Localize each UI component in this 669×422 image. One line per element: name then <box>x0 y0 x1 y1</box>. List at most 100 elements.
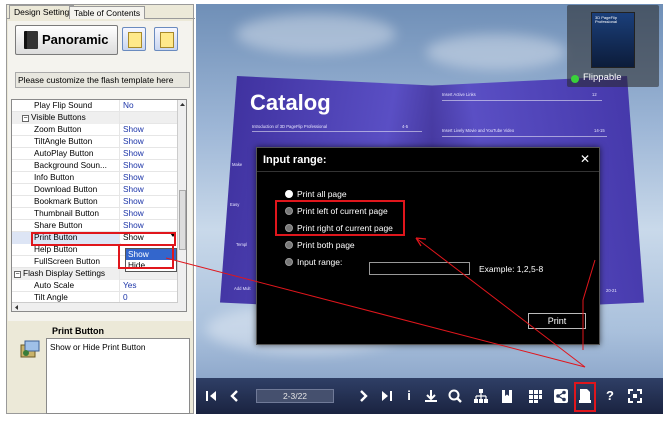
option-print-all[interactable]: Print all page <box>297 189 347 199</box>
radio-print-both[interactable] <box>285 241 293 249</box>
property-row[interactable]: Play Flip Sound No <box>12 100 178 112</box>
property-name: FullScreen Button <box>12 256 120 268</box>
property-label: Print Button <box>34 232 78 242</box>
property-name: − Flash Display Settings <box>12 268 120 280</box>
property-row[interactable]: AutoPlay Button Show <box>12 148 178 160</box>
dialog-title: Input range: <box>263 154 327 166</box>
property-name: Background Soun... <box>12 160 120 172</box>
property-value[interactable]: Show <box>121 124 178 136</box>
tab-table-of-contents[interactable]: Table of Contents <box>69 6 146 19</box>
property-info-icon <box>20 340 40 358</box>
option-print-right[interactable]: Print right of current page <box>297 223 393 233</box>
prev-page-icon[interactable] <box>226 387 244 405</box>
radio-input-range[interactable] <box>285 258 293 266</box>
print-icon[interactable] <box>576 387 594 405</box>
option-print-left[interactable]: Print left of current page <box>297 206 388 216</box>
first-page-icon[interactable] <box>202 387 220 405</box>
scrollbar-thumb[interactable] <box>179 190 186 250</box>
property-row[interactable]: Thumbnail Button Show <box>12 208 178 220</box>
property-section[interactable]: − Visible Buttons <box>12 112 178 124</box>
next-page-icon[interactable] <box>354 387 372 405</box>
scroll-left-icon[interactable] <box>12 303 21 312</box>
property-label: Play Flip Sound <box>34 100 93 110</box>
radio-print-right[interactable] <box>285 224 293 232</box>
catalog-title: Catalog <box>250 90 331 115</box>
download-icon[interactable] <box>422 387 440 405</box>
dropdown-option-hide[interactable]: Hide <box>126 260 176 271</box>
print-button-dropdown[interactable]: Show Hide <box>125 248 177 272</box>
property-label: Background Soun... <box>34 160 107 170</box>
dropdown-arrow-icon[interactable] <box>170 233 176 237</box>
info-icon[interactable]: i <box>400 387 418 405</box>
collapse-icon[interactable]: − <box>14 271 21 278</box>
toc-left-item: Easy <box>230 202 240 207</box>
property-row[interactable]: Background Soun... Show <box>12 160 178 172</box>
property-name: Auto Scale <box>12 280 120 292</box>
property-name: Bookmark Button <box>12 196 120 208</box>
property-value[interactable]: No <box>121 100 178 112</box>
property-value[interactable]: Show <box>121 148 178 160</box>
property-row[interactable]: Share Button Show <box>12 220 178 232</box>
close-icon[interactable]: ✕ <box>580 152 590 166</box>
property-value[interactable]: Show <box>121 160 178 172</box>
page-indicator[interactable]: 2-3/22 <box>256 389 334 403</box>
last-page-icon[interactable] <box>378 387 396 405</box>
property-value[interactable]: Show <box>121 136 178 148</box>
sitemap-icon[interactable] <box>472 387 490 405</box>
edit-template-icon[interactable] <box>122 27 146 51</box>
share-icon[interactable] <box>552 387 570 405</box>
radio-print-left[interactable] <box>285 207 293 215</box>
property-grid[interactable]: Play Flip Sound No − Visible Buttons Zoom Bu… <box>11 99 187 312</box>
collapse-icon[interactable]: − <box>22 115 29 122</box>
property-row[interactable]: Auto Scale Yes <box>12 280 178 292</box>
property-row[interactable]: Info Button Show <box>12 172 178 184</box>
property-label: Bookmark Button <box>34 196 98 206</box>
property-row[interactable]: Print Button Show <box>12 232 178 244</box>
tab-design-setting[interactable]: Design Setting <box>9 5 75 19</box>
horizontal-scrollbar[interactable] <box>12 302 178 311</box>
print-button[interactable]: Print <box>528 313 586 329</box>
toc-left-item: Introduction of 3D PageFlip Professional <box>252 124 327 129</box>
range-input[interactable] <box>369 262 470 275</box>
property-value[interactable]: Yes <box>121 280 178 292</box>
zoom-icon[interactable] <box>446 387 464 405</box>
toc-divider <box>442 136 607 137</box>
property-label: Auto Scale <box>34 280 75 290</box>
property-row[interactable]: Download Button Show <box>12 184 178 196</box>
property-value[interactable]: Show <box>121 172 178 184</box>
vertical-scrollbar[interactable] <box>177 100 186 311</box>
thumbnails-icon[interactable] <box>526 387 544 405</box>
property-label: Help Button <box>34 244 78 254</box>
property-label: Visible Buttons <box>31 112 86 122</box>
property-row[interactable]: Bookmark Button Show <box>12 196 178 208</box>
property-name: AutoPlay Button <box>12 148 120 160</box>
template-button[interactable]: Panoramic <box>15 25 118 55</box>
property-name: Info Button <box>12 172 120 184</box>
option-input-range[interactable]: Input range: <box>297 257 342 267</box>
dropdown-option-show[interactable]: Show <box>126 249 176 260</box>
toc-divider <box>252 131 422 132</box>
property-name: TiltAngle Button <box>12 136 120 148</box>
property-value[interactable]: Show <box>121 196 178 208</box>
save-template-icon[interactable] <box>154 27 178 51</box>
property-name: Play Flip Sound <box>12 100 120 112</box>
property-value[interactable]: Show <box>121 184 178 196</box>
property-value[interactable]: Show <box>121 208 178 220</box>
cloud <box>236 14 396 54</box>
property-name: Thumbnail Button <box>12 208 120 220</box>
description-text: Show or Hide Print Button <box>46 338 190 414</box>
fullscreen-icon[interactable] <box>626 387 644 405</box>
property-value[interactable]: Show <box>121 220 178 232</box>
toc-right-page: 20-21 <box>606 288 617 293</box>
bookmark-icon[interactable] <box>498 387 516 405</box>
radio-print-all[interactable] <box>285 190 293 198</box>
help-icon[interactable]: ? <box>601 387 619 405</box>
flippable-thumbnail[interactable]: 3D PageFlip Professional Flippable <box>567 5 659 87</box>
property-label: Info Button <box>34 172 75 182</box>
property-row[interactable]: Zoom Button Show <box>12 124 178 136</box>
option-print-both[interactable]: Print both page <box>297 240 355 250</box>
property-row[interactable]: TiltAngle Button Show <box>12 136 178 148</box>
toc-left-item: Templ <box>236 242 248 247</box>
property-name: Help Button <box>12 244 120 256</box>
scroll-up-icon[interactable] <box>178 100 187 109</box>
